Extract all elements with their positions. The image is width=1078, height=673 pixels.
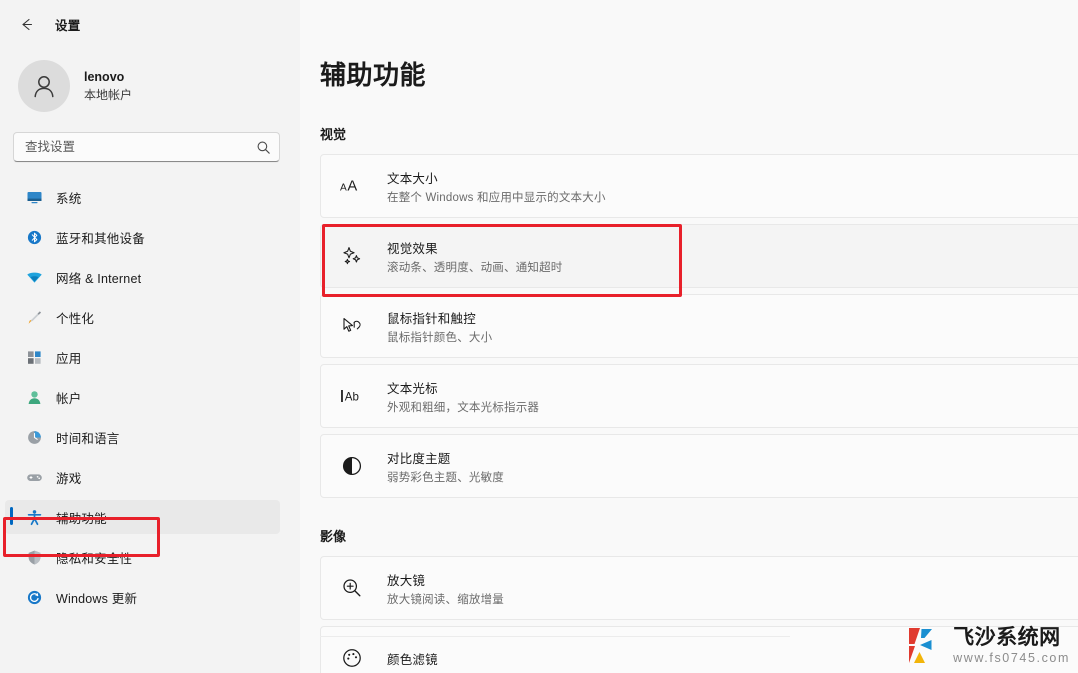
sidebar: 设置 lenovo 本地帐户 查找设置 系统 蓝牙和其他设备 网络 & Inte…	[0, 0, 300, 673]
sidebar-item-label: 时间和语言	[56, 431, 120, 446]
bluetooth-icon	[25, 228, 43, 246]
update-icon	[25, 588, 43, 606]
search-icon[interactable]	[256, 140, 271, 155]
setting-title: 颜色滤镜	[387, 652, 438, 667]
sidebar-nav: 系统 蓝牙和其他设备 网络 & Internet 个性化 应用 帐户 时间和语言…	[0, 180, 300, 614]
search-box[interactable]	[13, 132, 280, 162]
watermark: 飞沙系统网 www.fs0745.com	[906, 625, 1070, 667]
sidebar-item-personalization[interactable]: 个性化	[5, 300, 280, 334]
setting-card-text-size[interactable]: A A 文本大小 在整个 Windows 和应用中显示的文本大小	[320, 154, 1078, 218]
sidebar-item-accounts[interactable]: 帐户	[5, 380, 280, 414]
setting-title: 文本光标	[387, 381, 438, 396]
setting-card-magnifier[interactable]: 放大镜 放大镜阅读、缩放增量	[320, 556, 1078, 620]
person-icon	[34, 76, 54, 98]
sidebar-item-label: 隐私和安全性	[56, 551, 133, 566]
account-card[interactable]: lenovo 本地帐户	[0, 48, 300, 124]
shield-icon	[25, 548, 43, 566]
titlebar: 设置	[0, 0, 300, 48]
avatar	[18, 60, 70, 112]
account-name: lenovo	[84, 69, 125, 84]
main-content: 辅助功能 视觉 A A 文本大小 在整个 Windows 和应用中显示的文本大小	[300, 0, 1078, 673]
sidebar-item-label: 辅助功能	[56, 511, 107, 526]
setting-title: 放大镜	[387, 573, 426, 588]
setting-title: 对比度主题	[387, 451, 451, 466]
setting-title: 鼠标指针和触控	[387, 311, 476, 326]
setting-card-visual-effects[interactable]: 视觉效果 滚动条、透明度、动画、通知超时	[320, 224, 1078, 288]
setting-subtitle: 外观和粗细，文本光标指示器	[387, 401, 540, 414]
sidebar-item-time-language[interactable]: 时间和语言	[5, 420, 280, 454]
setting-card-mouse-pointer-touch[interactable]: 鼠标指针和触控 鼠标指针颜色、大小	[320, 294, 1078, 358]
setting-subtitle: 在整个 Windows 和应用中显示的文本大小	[387, 191, 606, 204]
gamepad-icon	[25, 468, 43, 486]
sidebar-item-gaming[interactable]: 游戏	[5, 460, 280, 494]
back-arrow-icon	[21, 18, 32, 30]
clock-icon	[25, 428, 43, 446]
svg-text:A: A	[340, 183, 347, 194]
account-type: 本地帐户	[84, 87, 133, 102]
sidebar-item-label: 蓝牙和其他设备	[56, 231, 145, 246]
setting-card-text-cursor[interactable]: Ab 文本光标 外观和粗细，文本光标指示器	[320, 364, 1078, 428]
sidebar-item-apps[interactable]: 应用	[5, 340, 280, 374]
sidebar-item-label: 个性化	[56, 311, 95, 326]
sidebar-item-system[interactable]: 系统	[5, 180, 280, 214]
setting-subtitle: 滚动条、透明度、动画、通知超时	[387, 261, 563, 274]
back-button[interactable]	[13, 11, 39, 37]
sidebar-item-bluetooth[interactable]: 蓝牙和其他设备	[5, 220, 280, 254]
magnifier-plus-icon	[340, 576, 364, 600]
sidebar-item-network[interactable]: 网络 & Internet	[5, 260, 280, 294]
text-cursor-icon: Ab	[340, 384, 364, 408]
setting-subtitle: 放大镜阅读、缩放增量	[387, 593, 504, 606]
sidebar-item-windows-update[interactable]: Windows 更新	[5, 580, 280, 614]
sidebar-item-label: 帐户	[56, 391, 82, 406]
setting-subtitle: 弱势彩色主题、光敏度	[387, 471, 504, 484]
sidebar-item-accessibility[interactable]: 辅助功能	[5, 500, 280, 534]
mouse-pointer-icon	[340, 314, 364, 338]
svg-text:A: A	[347, 179, 357, 195]
apps-grid-icon	[25, 348, 43, 366]
accessibility-icon	[25, 508, 43, 526]
text-size-icon: A A	[340, 174, 364, 198]
sidebar-item-label: 网络 & Internet	[56, 271, 142, 286]
group-heading-vision: 视觉	[320, 127, 347, 142]
watermark-url: www.fs0745.com	[953, 651, 1070, 666]
sparkle-effects-icon	[340, 244, 364, 268]
search-container	[0, 124, 300, 162]
setting-title: 视觉效果	[387, 241, 438, 256]
app-title: 设置	[55, 18, 81, 33]
watermark-logo-icon	[909, 628, 933, 663]
watermark-name: 飞沙系统网	[953, 626, 1061, 650]
search-input[interactable]	[25, 140, 256, 154]
setting-card-contrast-themes[interactable]: 对比度主题 弱势彩色主题、光敏度	[320, 434, 1078, 498]
wifi-icon	[25, 268, 43, 286]
setting-title: 文本大小	[387, 171, 438, 186]
sidebar-item-label: 系统	[56, 191, 82, 206]
group-heading-imaging: 影像	[320, 529, 347, 544]
sidebar-item-privacy-security[interactable]: 隐私和安全性	[5, 540, 280, 574]
sidebar-item-label: 应用	[56, 351, 82, 366]
monitor-icon	[25, 188, 43, 206]
account-icon	[25, 388, 43, 406]
sidebar-item-label: Windows 更新	[56, 591, 138, 606]
page-title: 辅助功能	[320, 60, 427, 90]
color-filter-icon	[340, 646, 364, 670]
svg-text:Ab: Ab	[345, 392, 359, 404]
contrast-icon	[340, 454, 364, 478]
paintbrush-icon	[25, 308, 43, 326]
content-divider	[320, 636, 790, 637]
setting-subtitle: 鼠标指针颜色、大小	[387, 331, 493, 344]
settings-window: 设置 lenovo 本地帐户 查找设置 系统 蓝牙和其他设备 网络 & Inte…	[0, 0, 1078, 673]
sidebar-item-label: 游戏	[56, 471, 82, 486]
